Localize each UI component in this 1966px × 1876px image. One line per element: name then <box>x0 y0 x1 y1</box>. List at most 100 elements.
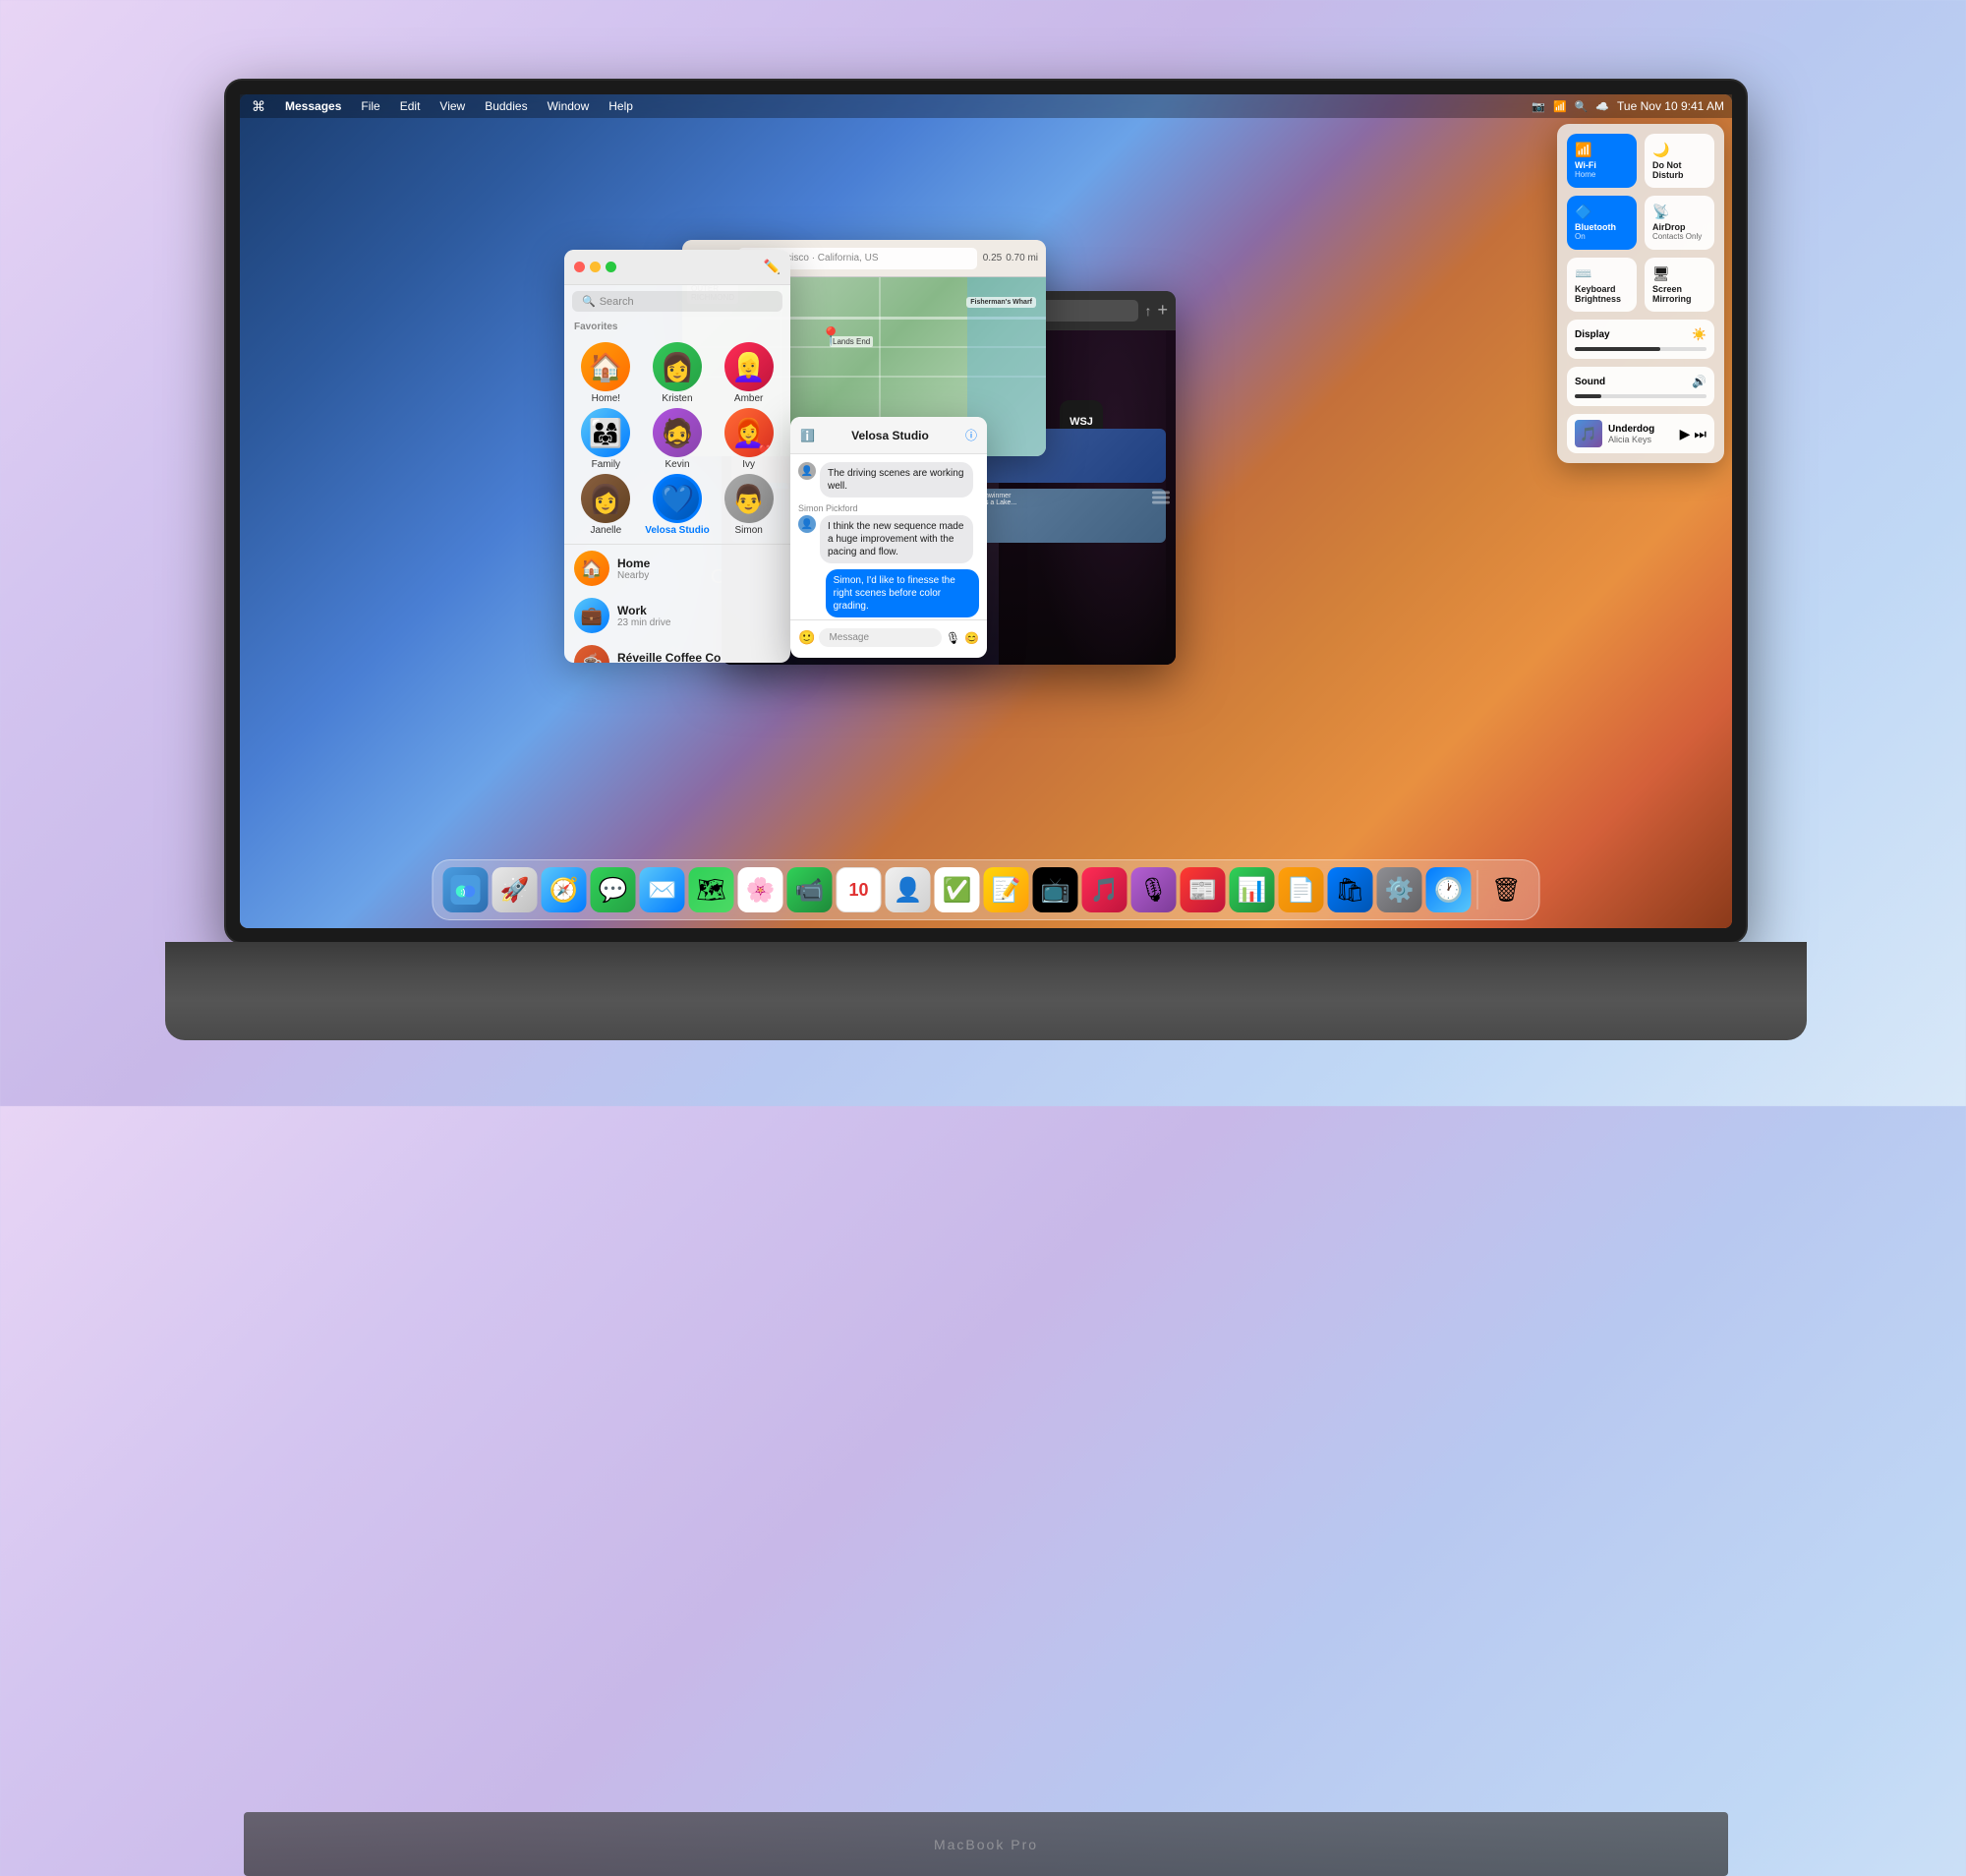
messages-zoom-button[interactable] <box>606 262 616 272</box>
pinned-contact-family[interactable]: 👨‍👩‍👧 Family <box>572 408 640 470</box>
dock-app-notes[interactable]: 📝 <box>984 867 1029 912</box>
dock-app-pages[interactable]: 📄 <box>1279 867 1324 912</box>
search-icon[interactable]: 🔍 <box>1575 100 1589 113</box>
cc-screenmirror-tile[interactable]: 🖥 Screen Mirroring <box>1645 258 1714 312</box>
control-center-panel: 📶 Wi-Fi Home 🌙 Do NotDisturb 🔷 Bluetooth… <box>1557 124 1724 463</box>
messages-close-button[interactable] <box>574 262 585 272</box>
cc-row-2: 🔷 Bluetooth On 📡 AirDrop Contacts Only <box>1567 196 1714 250</box>
cc-airdrop-tile[interactable]: 📡 AirDrop Contacts Only <box>1645 196 1714 250</box>
dock-app-facetime[interactable]: 📹 <box>787 867 833 912</box>
safari-share-button[interactable]: ↑ <box>1144 303 1151 319</box>
dock-app-trash[interactable]: 🗑 <box>1484 867 1530 912</box>
dock-app-system-preferences[interactable]: ⚙️ <box>1377 867 1422 912</box>
menu-edit[interactable]: Edit <box>396 97 425 115</box>
menu-file[interactable]: File <box>357 97 383 115</box>
cc-keyboard-tile[interactable]: ⌨️ Keyboard Brightness <box>1567 258 1637 312</box>
pinned-contact-amber[interactable]: 👱‍♀️ Amber <box>715 342 782 404</box>
recent-item-home[interactable]: 🏠 Home Nearby <box>564 545 790 592</box>
chat-emoji-icon[interactable]: 🙂 <box>798 629 815 646</box>
safari-scroll-controls <box>1152 492 1170 504</box>
chat-emoji2-icon[interactable]: 😊 <box>964 631 979 645</box>
messages-compose-icon[interactable]: ✏️ <box>764 259 781 275</box>
cc-dnd-tile[interactable]: 🌙 Do NotDisturb <box>1645 134 1714 188</box>
cc-row-3: ⌨️ Keyboard Brightness 🖥 Screen Mirrorin… <box>1567 258 1714 312</box>
maps-landmark-label: Fisherman's Wharf <box>966 297 1036 308</box>
cc-display-icon[interactable]: ☀️ <box>1692 327 1706 341</box>
dock-app-screen-time[interactable]: 🕐 <box>1426 867 1472 912</box>
macbook-screen: ⌘ Messages File Edit View Buddies Window… <box>240 94 1732 928</box>
menu-window[interactable]: Window <box>544 97 594 115</box>
recent-conversations: 🏠 Home Nearby 💼 Work 23 min drive <box>564 544 790 663</box>
chat-msg-2-wrapper: 👤 I think the new sequence made a huge i… <box>798 515 979 563</box>
messages-minimize-button[interactable] <box>590 262 601 272</box>
cc-wifi-tile[interactable]: 📶 Wi-Fi Home <box>1567 134 1637 188</box>
cc-sound-icon[interactable]: 🔊 <box>1692 375 1706 388</box>
dock-app-music[interactable]: 🎵 <box>1082 867 1128 912</box>
pinned-contact-kristen[interactable]: 👩 Kristen <box>644 342 712 404</box>
pinned-name-kristen: Kristen <box>662 393 692 404</box>
chat-msg-1-wrapper: 👤 The driving scenes are working well. <box>798 462 979 498</box>
cc-bluetooth-tile[interactable]: 🔷 Bluetooth On <box>1567 196 1637 250</box>
chat-info-icon[interactable]: ℹ️ <box>800 429 815 442</box>
dock-app-contacts[interactable]: 👤 <box>886 867 931 912</box>
wifi-icon[interactable]: 📶 <box>1553 100 1567 113</box>
dock-app-maps[interactable]: 🗺 <box>689 867 734 912</box>
pinned-contact-simon[interactable]: 👨 Simon <box>715 474 782 536</box>
dock-app-numbers[interactable]: 📊 <box>1230 867 1275 912</box>
dock-app-reminders[interactable]: ✅ <box>935 867 980 912</box>
dock-app-mail[interactable]: ✉️ <box>640 867 685 912</box>
pinned-contact-janelle[interactable]: 👩 Janelle <box>572 474 640 536</box>
recent-name-home: Home <box>617 557 781 570</box>
cc-next-button[interactable]: ⏭ <box>1694 426 1706 442</box>
menu-buddies[interactable]: Buddies <box>481 97 531 115</box>
messages-favorites-label: Favorites <box>564 318 790 334</box>
dock-app-appstore[interactable]: 🛍 <box>1328 867 1373 912</box>
app-menu-messages[interactable]: Messages <box>281 97 345 115</box>
chat-sender-avatar-2: 👤 <box>798 515 816 533</box>
chat-info-icon2[interactable]: ⓘ <box>965 427 977 443</box>
apple-menu[interactable]: ⌘ <box>248 96 269 117</box>
cc-play-button[interactable]: ▶ <box>1680 426 1691 442</box>
pinned-name-ivy: Ivy <box>742 459 755 470</box>
pinned-avatar-home: 🏠 <box>581 342 630 391</box>
dock-app-news[interactable]: 📰 <box>1181 867 1226 912</box>
chat-input-bar: 🙂 Message 🎙 😊 <box>790 619 987 655</box>
recent-item-coffee[interactable]: ☕ Réveille Coffee Co 22 min drive <box>564 639 790 663</box>
chat-messages-list: 👤 The driving scenes are working well. S… <box>790 454 987 619</box>
chat-audio-icon[interactable]: 🎙 <box>946 631 960 645</box>
icloud-icon[interactable]: ☁️ <box>1595 100 1609 113</box>
recent-name-work: Work <box>617 604 781 617</box>
cc-music-controls: ▶ ⏭ <box>1680 426 1706 442</box>
chat-bubble-2: I think the new sequence made a huge imp… <box>820 515 973 563</box>
camera-icon[interactable]: 📷 <box>1532 100 1545 113</box>
pinned-name-velosa: Velosa Studio <box>645 525 710 536</box>
pinned-name-kevin: Kevin <box>665 459 689 470</box>
pinned-contact-ivy[interactable]: 👩‍🦰 ❤️ Ivy <box>715 408 782 470</box>
svg-text::): :) <box>460 888 465 897</box>
chat-input-field[interactable]: Message <box>819 628 941 647</box>
pinned-contact-kevin[interactable]: 🧔 Kevin <box>644 408 712 470</box>
messages-search-bar[interactable]: 🔍 Search <box>572 291 782 312</box>
recent-item-work[interactable]: 💼 Work 23 min drive <box>564 592 790 639</box>
cc-music-artist: Alicia Keys <box>1608 435 1674 444</box>
recent-name-coffee: Réveille Coffee Co <box>617 651 781 664</box>
cc-bluetooth-label: Bluetooth <box>1575 222 1629 232</box>
pinned-avatar-velosa: 💙 <box>653 474 702 523</box>
dock-app-calendar[interactable]: 10 <box>837 867 882 912</box>
dock-app-photos[interactable]: 🌸 <box>738 867 783 912</box>
dock-app-podcasts[interactable]: 🎙 <box>1131 867 1177 912</box>
safari-new-tab-button[interactable]: + <box>1157 300 1168 321</box>
pinned-contact-velosa[interactable]: 💙 Velosa Studio <box>644 474 712 536</box>
cc-sound-slider[interactable] <box>1575 394 1706 398</box>
dock-app-safari[interactable]: 🧭 <box>542 867 587 912</box>
maps-location-pin: 📍 <box>820 326 841 347</box>
menu-view[interactable]: View <box>435 97 469 115</box>
cc-keyboard-label: Keyboard Brightness <box>1575 284 1629 304</box>
cc-display-slider[interactable] <box>1575 347 1706 351</box>
dock-app-tv[interactable]: 📺 <box>1033 867 1078 912</box>
dock-app-launchpad[interactable]: 🚀 <box>492 867 538 912</box>
dock-app-finder[interactable]: :) <box>443 867 489 912</box>
menu-help[interactable]: Help <box>605 97 637 115</box>
dock-app-messages[interactable]: 💬 <box>591 867 636 912</box>
pinned-contact-home[interactable]: 🏠 Home! <box>572 342 640 404</box>
